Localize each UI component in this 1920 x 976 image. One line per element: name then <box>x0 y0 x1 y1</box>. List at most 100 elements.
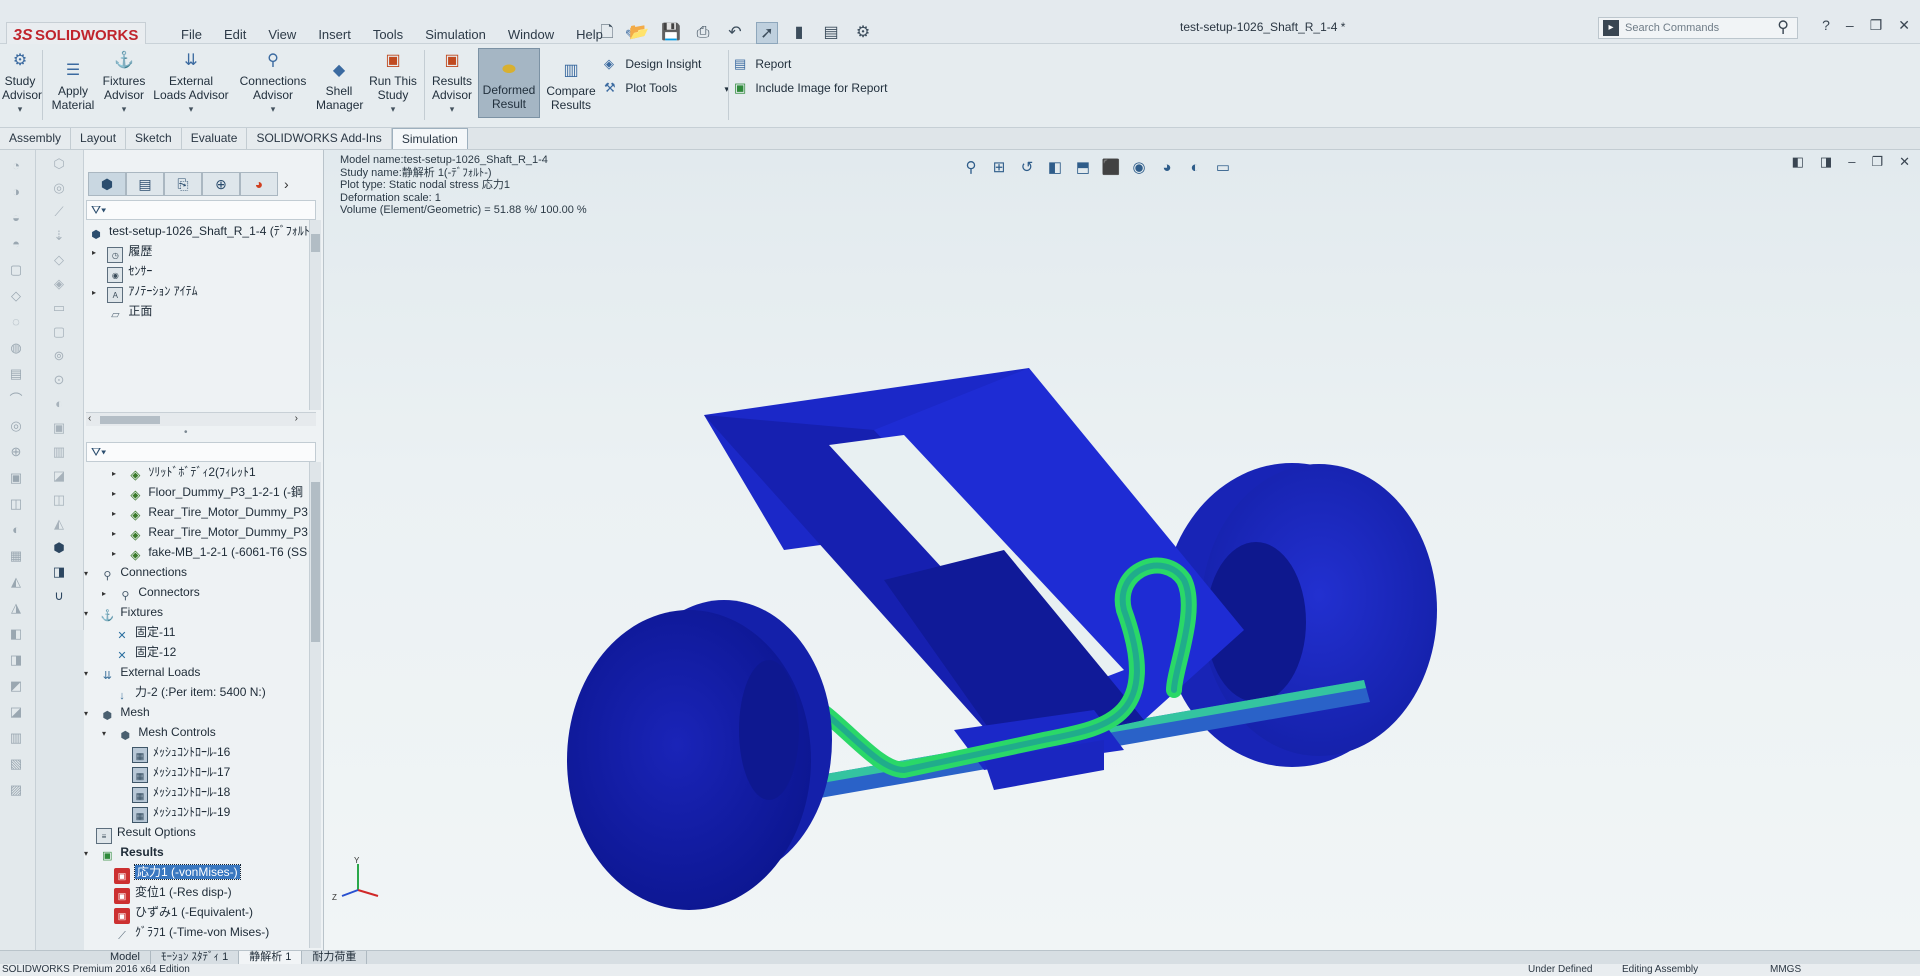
scrollbar-thumb[interactable] <box>100 416 160 424</box>
expand-icon[interactable]: ▸ <box>112 484 124 504</box>
study-advisor-button[interactable]: ⚙ Study Advisor ▾ <box>2 52 42 116</box>
toolbar-icon[interactable]: ◫ <box>8 496 24 512</box>
tree-item-results[interactable]: ▾ ▣ Results <box>84 842 164 862</box>
collapse-icon[interactable]: ▾ <box>84 664 96 684</box>
toolbar-icon[interactable]: ∪ <box>50 587 68 605</box>
external-loads-advisor-button[interactable]: ⇊ External Loads Advisor ▾ <box>152 52 230 116</box>
display-manager-tab-icon[interactable]: ◕ <box>240 172 278 196</box>
tree-scrollbar[interactable] <box>309 220 321 410</box>
options-gear-icon[interactable]: ⚙ <box>852 22 874 44</box>
toolbar-icon[interactable]: ◇ <box>8 288 24 304</box>
edit-appearance-icon[interactable]: ◕ <box>1156 158 1178 178</box>
expand-icon[interactable]: ▸ <box>112 524 124 544</box>
tree-item-result-plot[interactable]: ▣ 変位1 (-Res disp-) <box>114 882 232 904</box>
toolbar-icon[interactable]: ◓ <box>8 236 24 252</box>
tree-item-body[interactable]: ▸ ◈ fake-MB_1-2-1 (-6061-T6 (SS <box>112 542 307 562</box>
tree-item-result-options[interactable]: ≡ Result Options <box>96 822 196 844</box>
tree-item-mesh-controls[interactable]: ▾ ⬢ Mesh Controls <box>102 722 216 742</box>
toolbar-icon[interactable]: ◩ <box>8 678 24 694</box>
apply-scene-icon[interactable]: ◐ <box>1184 158 1206 178</box>
restore-icon[interactable]: ❐ <box>1870 17 1883 34</box>
shell-manager-button[interactable]: ◆ Shell Manager <box>316 62 363 112</box>
plot-tools-button[interactable]: ⚒ Plot Tools ▾ <box>604 80 729 96</box>
save-icon[interactable]: 💾 <box>660 22 682 44</box>
toolbar-icon[interactable]: ⊕ <box>8 444 24 460</box>
chevron-right-icon[interactable]: › <box>284 172 300 196</box>
tab-assembly[interactable]: Assembly <box>0 128 72 149</box>
search-scope-icon[interactable]: ▸ <box>1603 20 1619 36</box>
minimize-icon[interactable]: – <box>1846 17 1854 34</box>
scrollbar-thumb[interactable] <box>311 482 320 642</box>
report-button[interactable]: ▤ Report <box>734 56 791 72</box>
toolbar-icon[interactable]: ◇ <box>50 251 68 269</box>
tree-item-body[interactable]: ▸ ◈ Floor_Dummy_P3_1-2-1 (-鋼 <box>112 482 303 502</box>
viewport-minimize-icon[interactable]: – <box>1848 154 1855 170</box>
toolbar-icon[interactable]: ◔ <box>8 158 24 174</box>
toolbar-icon[interactable]: ▦ <box>8 548 24 564</box>
toolbar-icon[interactable]: ◐ <box>8 522 24 538</box>
tree-item-force[interactable]: ↓ 力-2 (:Per item: 5400 N:) <box>114 682 265 702</box>
tree-item-connections[interactable]: ▾ ⚲ Connections <box>84 562 187 582</box>
tree-item-external-loads[interactable]: ▾ ⇊ External Loads <box>84 662 200 682</box>
menu-edit[interactable]: Edit <box>213 24 257 46</box>
toolbar-icon[interactable]: ▢ <box>8 262 24 278</box>
compare-results-button[interactable]: ▥ Compare Results <box>544 62 598 112</box>
tree-item-body[interactable]: ▸ ◈ Rear_Tire_Motor_Dummy_P3 <box>112 522 308 542</box>
help-icon[interactable]: ? <box>1822 17 1830 34</box>
toolbar-icon[interactable]: ◭ <box>8 574 24 590</box>
tab-sketch[interactable]: Sketch <box>126 128 182 149</box>
tab-motion-study[interactable]: ﾓｰｼｮﾝ ｽﾀﾃﾞｨ 1 <box>151 951 240 964</box>
section-view-icon[interactable]: ◧ <box>1044 158 1066 178</box>
expand-icon[interactable]: ▸ <box>102 584 114 604</box>
print-icon[interactable]: ⎙ <box>692 22 714 44</box>
toolbar-icon[interactable]: ◒ <box>8 210 24 226</box>
tree-item-front-plane[interactable]: ▱ 正面 <box>92 301 152 321</box>
tree-item-annotations[interactable]: ▸ A ｱﾉﾃｰｼｮﾝ ｱｲﾃﾑ <box>92 281 198 303</box>
viewport-tile-icon[interactable]: ◧ <box>1792 154 1804 170</box>
tree-item-mesh-control[interactable]: ▦ ﾒｯｼｭｺﾝﾄﾛｰﾙ-19 <box>132 802 230 823</box>
simulation-filter-field[interactable]: ⛛▾ <box>86 442 316 462</box>
toolbar-icon[interactable]: ▤ <box>8 366 24 382</box>
dimxpert-tab-icon[interactable]: ⊕ <box>202 172 240 196</box>
run-this-study-button[interactable]: ▣ Run This Study ▾ <box>368 52 418 116</box>
hide-show-items-icon[interactable]: ◉ <box>1128 158 1150 178</box>
viewport-restore-icon[interactable]: ❐ <box>1871 154 1883 170</box>
expand-icon[interactable]: ▸ <box>92 283 104 303</box>
view-orientation-icon[interactable]: ⬒ <box>1072 158 1094 178</box>
zoom-to-area-icon[interactable]: ⊞ <box>988 158 1010 178</box>
left-wheel[interactable] <box>567 600 832 910</box>
menu-view[interactable]: View <box>257 24 307 46</box>
close-icon[interactable]: ✕ <box>1898 17 1910 34</box>
viewport-close-icon[interactable]: ✕ <box>1899 154 1910 170</box>
new-document-icon[interactable]: 🗋 <box>596 22 618 44</box>
toolbar-icon[interactable]: ▢ <box>50 323 68 341</box>
tab-load-study[interactable]: 耐力荷重 <box>302 951 368 964</box>
open-icon[interactable]: 📂 <box>628 22 650 44</box>
tree-item-fixture[interactable]: ✕ 固定-11 <box>114 622 175 642</box>
toolbar-icon[interactable]: ⟋ <box>50 203 68 221</box>
tab-solidworks-addins[interactable]: SOLIDWORKS Add-Ins <box>247 128 392 149</box>
feature-manager-tab-icon[interactable]: ⬢ <box>88 172 126 196</box>
toolbar-icon[interactable]: ⊙ <box>50 371 68 389</box>
connections-advisor-button[interactable]: ⚲ Connections Advisor ▾ <box>234 52 312 116</box>
search-icon[interactable]: ⚲ <box>1777 18 1789 38</box>
scrollbar-thumb[interactable] <box>311 234 320 252</box>
toolbar-icon[interactable]: ◎ <box>50 179 68 197</box>
tree-item-result-plot[interactable]: ▣ ひずみ1 (-Equivalent-) <box>114 902 253 924</box>
chevron-right-icon[interactable]: › <box>295 413 298 424</box>
property-manager-tab-icon[interactable]: ▤ <box>126 172 164 196</box>
toolbar-icon[interactable]: ⇣ <box>50 227 68 245</box>
toolbar-icon[interactable]: ⬢ <box>50 539 68 557</box>
results-advisor-button[interactable]: ▣ Results Advisor ▾ <box>428 52 476 116</box>
menu-simulation[interactable]: Simulation <box>414 24 497 46</box>
display-style-icon[interactable]: ⬛ <box>1100 158 1122 178</box>
tab-simulation[interactable]: Simulation <box>391 128 468 149</box>
menu-tools[interactable]: Tools <box>362 24 414 46</box>
collapse-icon[interactable]: ▾ <box>84 704 96 724</box>
toolbar-icon[interactable]: ◪ <box>50 467 68 485</box>
tab-model[interactable]: Model <box>100 951 151 964</box>
toolbar-icon[interactable]: ▨ <box>8 782 24 798</box>
menu-file[interactable]: File <box>170 24 213 46</box>
expand-icon[interactable]: ▸ <box>112 464 124 484</box>
tree-item-fixture[interactable]: ✕ 固定-12 <box>114 642 176 662</box>
